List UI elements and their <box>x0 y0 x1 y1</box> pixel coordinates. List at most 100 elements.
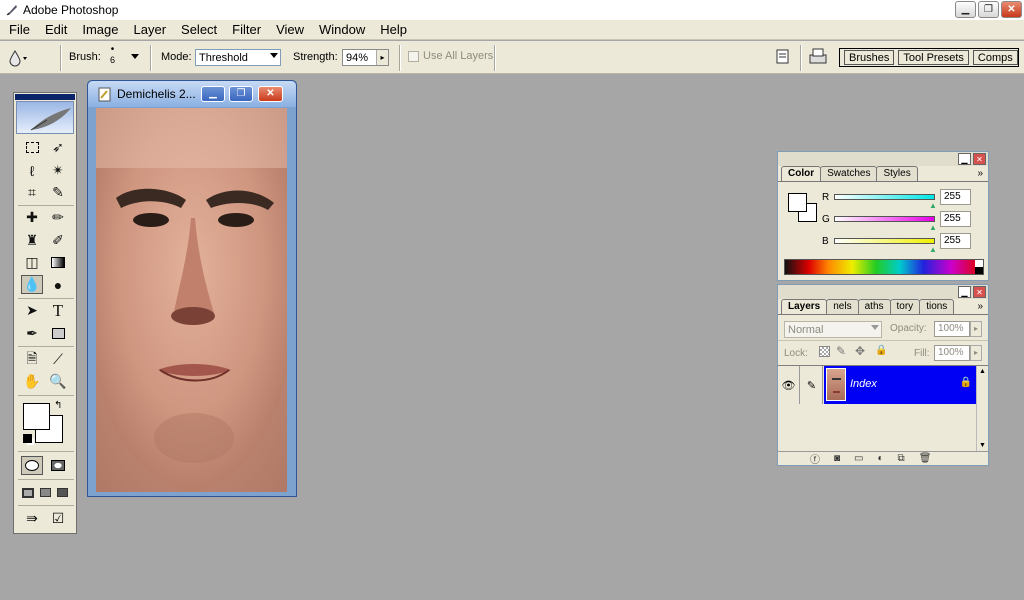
layers-panel-minimize[interactable]: ▁ <box>958 286 971 298</box>
menu-image[interactable]: Image <box>76 22 124 37</box>
full-screen-menu-button[interactable] <box>36 483 54 502</box>
r-value[interactable]: 255 <box>940 189 971 205</box>
menu-filter[interactable]: Filter <box>226 22 267 37</box>
opacity-slider-arrow[interactable]: ▸ <box>970 321 982 337</box>
color-panel-menu-icon[interactable]: » <box>977 168 983 179</box>
menu-file[interactable]: File <box>3 22 36 37</box>
adjustment-layer-icon[interactable]: ◐ <box>878 453 884 464</box>
layer-visibility-eye-icon[interactable]: 👁 <box>778 366 800 404</box>
layers-panel-titlebar[interactable] <box>778 285 988 299</box>
lock-pixels-icon[interactable]: ✎ <box>836 344 846 358</box>
color-panel-titlebar[interactable] <box>778 152 988 166</box>
pen-tool[interactable]: ✒ <box>21 324 43 343</box>
color-ramp[interactable] <box>784 259 984 275</box>
well-comps-tab[interactable]: Comps <box>972 50 1018 65</box>
well-tool-presets-tab[interactable]: Tool Presets <box>898 50 969 65</box>
g-slider[interactable] <box>834 216 935 222</box>
toolbox-titlebar[interactable] <box>15 94 75 100</box>
jump-to-imageready-button[interactable]: ⇛ <box>21 509 43 528</box>
tab-swatches[interactable]: Swatches <box>820 166 878 181</box>
layers-panel-menu-icon[interactable]: » <box>977 301 983 312</box>
healing-brush-tool[interactable]: ✚ <box>21 208 43 227</box>
layer-brush-link-icon[interactable]: ✎ <box>801 366 823 404</box>
fill-slider-arrow[interactable]: ▸ <box>970 345 982 361</box>
layers-scrollbar[interactable]: ▲ ▼ <box>976 366 988 451</box>
layer-style-icon[interactable]: ⓕ <box>810 451 820 466</box>
full-screen-button[interactable] <box>53 483 71 502</box>
shape-tool[interactable] <box>47 324 69 343</box>
face-photo-canvas[interactable] <box>96 108 287 492</box>
lock-position-icon[interactable]: ✥ <box>855 344 865 358</box>
new-set-icon[interactable]: ▭ <box>854 453 863 464</box>
quick-mask-button[interactable] <box>47 456 69 475</box>
slice-tool[interactable]: ✎ <box>47 183 69 202</box>
layer-name[interactable]: Index <box>850 378 877 390</box>
foreground-swatch[interactable] <box>788 193 807 212</box>
g-value[interactable]: 255 <box>940 211 971 227</box>
default-colors-icon[interactable] <box>23 434 32 443</box>
brush-picker[interactable]: • 6 <box>110 45 115 66</box>
menu-window[interactable]: Window <box>313 22 371 37</box>
tab-color[interactable]: Color <box>781 166 822 181</box>
photoshop-logo[interactable] <box>16 101 74 134</box>
blur-tool[interactable]: 💧 <box>21 275 43 294</box>
file-browser-icon[interactable] <box>776 49 790 65</box>
trash-icon[interactable]: 🗑 <box>919 453 932 464</box>
use-all-layers-checkbox[interactable] <box>408 50 419 62</box>
standard-screen-button[interactable] <box>19 483 37 502</box>
standard-mode-button[interactable] <box>21 456 43 475</box>
menu-select[interactable]: Select <box>175 22 223 37</box>
menu-layer[interactable]: Layer <box>128 22 173 37</box>
lock-all-icon[interactable]: 🔒 <box>875 345 887 356</box>
minimize-button[interactable]: ▁ <box>955 1 976 18</box>
doc-close-button[interactable]: ✕ <box>258 86 283 102</box>
gradient-tool[interactable] <box>47 253 69 272</box>
close-button[interactable]: ✕ <box>1001 1 1022 18</box>
eyedropper-tool[interactable]: ⟋ <box>47 350 69 369</box>
tab-history[interactable]: tory <box>889 299 921 314</box>
b-value[interactable]: 255 <box>940 233 971 249</box>
mode-select[interactable]: Threshold <box>195 49 281 66</box>
menu-edit[interactable]: Edit <box>39 22 73 37</box>
strength-input[interactable]: 94% ▸ <box>342 49 389 66</box>
opacity-value[interactable]: 100% <box>934 321 970 337</box>
brush-dropdown-arrow[interactable] <box>131 54 139 59</box>
tab-paths[interactable]: aths <box>857 299 891 314</box>
marquee-tool[interactable] <box>21 138 43 157</box>
print-icon[interactable] <box>808 48 828 66</box>
lock-transparency-icon[interactable] <box>819 346 830 357</box>
zoom-tool[interactable]: 🔍 <box>47 372 69 391</box>
path-selection-tool[interactable]: ➤ <box>21 301 43 320</box>
g-slider-thumb[interactable]: ▲ <box>929 223 937 232</box>
eraser-tool[interactable]: ◫ <box>21 253 43 272</box>
restore-button[interactable]: ❐ <box>978 1 999 18</box>
crop-tool[interactable]: ⌗ <box>21 183 43 202</box>
tab-channels[interactable]: nels <box>826 299 859 314</box>
fill-value[interactable]: 100% <box>934 345 970 361</box>
brush-tool[interactable]: ✏ <box>47 208 69 227</box>
magic-wand-tool[interactable]: ✴ <box>47 161 69 180</box>
edit-in-imageready-button[interactable]: ☑ <box>47 509 69 528</box>
new-layer-icon[interactable]: ⧉ <box>898 453 905 464</box>
doc-restore-button[interactable]: ❐ <box>229 86 253 102</box>
tab-actions[interactable]: tions <box>919 299 955 314</box>
layer-selection-highlight[interactable]: Index 🔒 <box>824 366 976 404</box>
notes-tool[interactable]: 🗎 <box>21 350 43 369</box>
tool-preset-picker[interactable] <box>6 49 28 67</box>
r-slider[interactable] <box>834 194 935 200</box>
menu-view[interactable]: View <box>270 22 310 37</box>
layer-row-index[interactable]: 👁 ✎ Index 🔒 <box>778 366 976 404</box>
foreground-color-swatch-top[interactable] <box>23 403 50 430</box>
color-panel-close[interactable]: ✕ <box>973 153 986 165</box>
doc-minimize-button[interactable]: ▁ <box>201 86 225 102</box>
tab-styles[interactable]: Styles <box>876 166 918 181</box>
tab-layers[interactable]: Layers <box>781 299 828 314</box>
dodge-tool[interactable]: ● <box>47 275 69 294</box>
move-tool[interactable]: ➶ <box>47 138 69 157</box>
document-titlebar[interactable]: Demichelis 2... ▁ ❐ ✕ <box>88 81 296 107</box>
history-brush-tool[interactable]: ✐ <box>47 231 69 250</box>
swap-colors-icon[interactable]: ↰ <box>54 400 62 411</box>
layers-panel-close[interactable]: ✕ <box>973 286 986 298</box>
r-slider-thumb[interactable]: ▲ <box>929 201 937 210</box>
menu-help[interactable]: Help <box>374 22 413 37</box>
